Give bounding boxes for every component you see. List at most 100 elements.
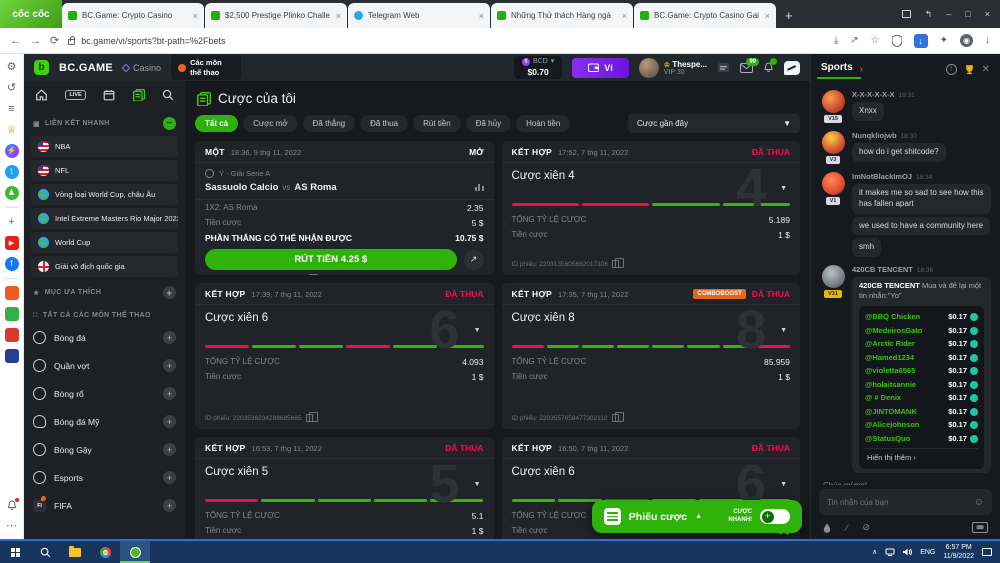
shield-icon[interactable] [892, 35, 902, 47]
emoji-icon[interactable]: ☺ [974, 497, 984, 508]
sidebar-item-iem-rio[interactable]: Intel Extreme Masters Rio Major 2022 [31, 208, 178, 229]
filter-refund[interactable]: Hoàn tiền [516, 115, 570, 132]
tab-plinko[interactable]: $2,500 Prestige Plinko Challe× [205, 3, 347, 28]
new-tab-button[interactable]: + [777, 8, 801, 23]
sidebar-item-tennis[interactable]: Quần vợt+ [31, 353, 178, 378]
bookmark-star-icon[interactable]: ☆ [871, 35, 880, 46]
tipped-user[interactable]: @Arctic Rider [865, 339, 915, 349]
bet-card-combo[interactable]: KẾT HỢP 17:39, 7 thg 11, 2022 ĐÃ THUA Cư… [195, 283, 494, 429]
volume-icon[interactable] [903, 548, 912, 556]
extension-icon[interactable]: ✦ [940, 35, 948, 46]
tab-search-icon[interactable] [902, 10, 911, 18]
garden-app-icon[interactable] [5, 328, 19, 342]
history-icon[interactable]: ↺ [5, 81, 19, 95]
home-icon[interactable] [35, 89, 48, 101]
cashout-button[interactable]: RÚT TIỀN 4.25 $ [205, 249, 457, 270]
chevron-down-icon[interactable]: ▼ [780, 327, 787, 334]
tipped-user[interactable]: @violetta6565 [865, 366, 915, 376]
messenger-icon[interactable]: ⚡ [5, 144, 19, 158]
coccoc-logo[interactable]: cốc cốc [0, 0, 62, 28]
chat-input-box[interactable]: ☺ [819, 489, 992, 515]
tipped-user[interactable]: @Hamed1234 [865, 353, 914, 363]
profile-avatar[interactable]: ◉ [960, 34, 973, 47]
tipped-user[interactable]: @BBQ Chicken [865, 312, 920, 322]
chevron-down-icon[interactable]: ▼ [474, 481, 481, 488]
copy-icon[interactable] [306, 414, 313, 422]
stats-icon[interactable] [475, 184, 484, 191]
chevron-down-icon[interactable]: ▼ [474, 327, 481, 334]
taskbar-clock[interactable]: 6:57 PM 11/9/2022 [943, 543, 974, 561]
chat-username[interactable]: 420CB TENCENT18:36 [852, 265, 991, 274]
collapse-button[interactable]: − [163, 117, 176, 130]
expand-button[interactable]: + [163, 443, 176, 456]
tipped-user[interactable]: @StatusQuo [865, 434, 910, 444]
tab-bcgame[interactable]: BC.Game: Crypto Casino× [62, 3, 204, 28]
chat-username[interactable]: Nunqkliojwb18:30 [852, 131, 991, 140]
tipped-user[interactable]: @JINTOMANK [865, 407, 917, 417]
chevron-right-icon[interactable]: › [860, 64, 863, 75]
bet-card-single[interactable]: MỘT 18:36, 9 thg 11, 2022 MỞ Ý - Giải Se… [195, 141, 494, 275]
bet-card-combo-boost[interactable]: KẾT HỢP 17:35, 7 thg 11, 2022 COMBOBOOST… [502, 283, 801, 429]
share-icon[interactable]: ↗ [850, 35, 858, 46]
sort-dropdown[interactable]: Cược gần đây▼ [628, 114, 800, 133]
bet-card-combo[interactable]: KẾT HỢP 17:52, 7 thg 11, 2022 ĐÃ THUA Cư… [502, 141, 801, 275]
show-more-button[interactable]: Hiển thị thêm › [865, 448, 978, 465]
filter-lost[interactable]: Đã thua [360, 115, 408, 132]
chat-username[interactable]: ImNotBlackImOJ18:34 [852, 172, 991, 181]
nav-casino[interactable]: Casino [123, 63, 161, 73]
recent-tabs-icon[interactable]: ↰ [925, 9, 933, 20]
download-icon[interactable]: ↓ [914, 34, 928, 48]
taskbar-search-icon[interactable] [30, 541, 60, 563]
chat-toggle-icon[interactable] [784, 61, 800, 75]
avatar[interactable] [822, 90, 845, 113]
avatar[interactable] [822, 131, 845, 154]
mail-icon[interactable]: 99 [740, 63, 753, 73]
language-indicator[interactable]: ENG [920, 549, 935, 556]
search-icon[interactable] [162, 89, 174, 101]
youtube-icon[interactable]: ▶ [5, 236, 19, 250]
network-icon[interactable] [885, 548, 895, 556]
bcgame-logo-icon[interactable]: b [34, 60, 49, 75]
close-icon[interactable]: × [622, 11, 627, 21]
expand-button[interactable]: + [163, 471, 176, 484]
filter-all[interactable]: Tất cả [195, 115, 238, 132]
forward-icon[interactable]: → [30, 35, 41, 47]
twitter-icon[interactable]: t [5, 165, 19, 179]
tray-expand-icon[interactable]: ∧ [872, 548, 877, 556]
filter-cancelled[interactable]: Đã hủy [466, 115, 511, 132]
sidebar-item-nfl[interactable]: NFL [31, 160, 178, 181]
wallet-button[interactable]: Ví [572, 58, 629, 78]
games-icon[interactable]: ♟ [5, 186, 19, 200]
back-icon[interactable]: ← [10, 35, 21, 47]
chat-username[interactable]: X-X-X-X-X-X18:31 [852, 90, 991, 99]
trophy-icon[interactable] [964, 64, 975, 75]
chevron-down-icon[interactable]: ▼ [780, 185, 787, 192]
sidebar-item-basketball[interactable]: Bóng rổ+ [31, 381, 178, 406]
facebook-icon[interactable]: f [5, 257, 19, 271]
close-icon[interactable]: × [479, 11, 484, 21]
avatar[interactable] [822, 265, 845, 288]
quick-bet-toggle[interactable]: + [760, 509, 790, 524]
expand-button[interactable]: + [163, 387, 176, 400]
copy-icon[interactable] [612, 414, 619, 422]
brand-name[interactable]: BC.GAME [59, 62, 113, 74]
more-icon[interactable]: ⋯ [5, 519, 19, 533]
close-window-button[interactable]: × [985, 9, 990, 19]
match-row[interactable]: Sassuolo Calcio vs AS Roma [195, 179, 494, 200]
close-icon[interactable]: × [336, 11, 341, 21]
rain-tip-icon[interactable] [823, 523, 831, 533]
reload-icon[interactable]: ⟳ [50, 34, 59, 47]
quests-icon[interactable] [717, 62, 730, 73]
balance-selector[interactable]: ¢BCD▾ $0.70 [514, 56, 562, 79]
betslip-button[interactable]: Phiếu cược ▲ CƯỢC NHANH! + [592, 500, 802, 533]
maximize-button[interactable]: □ [965, 9, 970, 19]
attachment-icon[interactable]: ⊘ [863, 522, 871, 533]
coccoc-taskbar-icon[interactable] [120, 541, 150, 563]
minimize-button[interactable]: – [946, 9, 951, 19]
chevron-down-icon[interactable]: ▼ [780, 481, 787, 488]
sidebar-item-nba[interactable]: NBA [31, 136, 178, 157]
sidebar-item-fifa[interactable]: FIFIFA+ [31, 493, 178, 518]
close-icon[interactable]: × [193, 11, 198, 21]
filter-cashout[interactable]: Rút tiền [413, 115, 461, 132]
filter-won[interactable]: Đã thắng [303, 115, 355, 132]
